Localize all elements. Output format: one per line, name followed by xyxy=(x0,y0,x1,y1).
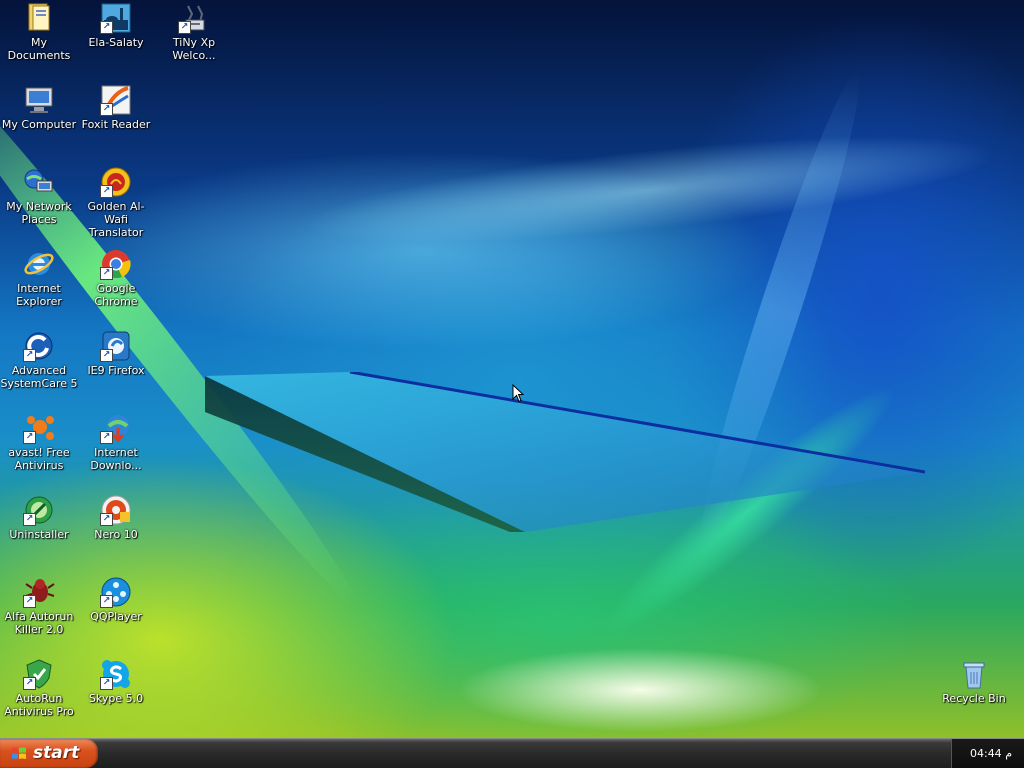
shortcut-arrow-icon: ↗ xyxy=(23,677,36,690)
windows-logo-icon xyxy=(12,747,26,759)
desktop-icon-my-network-places[interactable]: My Network Places xyxy=(0,166,78,226)
icon-label: Nero 10 xyxy=(94,528,138,541)
shortcut-arrow-icon: ↗ xyxy=(100,677,113,690)
desktop-icon-ie9-firefox[interactable]: ↗ IE9 Firefox xyxy=(77,330,155,377)
wallpaper-beam xyxy=(297,113,1003,267)
desktop-icon-qqplayer[interactable]: ↗ QQPlayer xyxy=(77,576,155,623)
shortcut-arrow-icon: ↗ xyxy=(100,349,113,362)
foxit-reader-icon: ↗ xyxy=(100,84,132,116)
icon-label: TiNy Xp Welco... xyxy=(172,36,216,62)
icon-label: Google Chrome xyxy=(94,282,138,308)
chrome-icon: ↗ xyxy=(100,248,132,280)
shortcut-arrow-icon: ↗ xyxy=(23,595,36,608)
tray-clock[interactable]: 04:44 م xyxy=(970,747,1012,760)
icon-label: QQPlayer xyxy=(90,610,142,623)
desktop-icon-google-chrome[interactable]: ↗ Google Chrome xyxy=(77,248,155,308)
icon-label: My Network Places xyxy=(6,200,72,226)
shortcut-arrow-icon: ↗ xyxy=(100,431,113,444)
shortcut-arrow-icon: ↗ xyxy=(100,595,113,608)
recycle-bin-icon xyxy=(958,658,990,690)
icon-label: Recycle Bin xyxy=(942,692,1006,705)
start-button[interactable]: start xyxy=(0,739,98,768)
desktop-icon-my-computer[interactable]: My Computer xyxy=(0,84,78,131)
desktop-icon-ela-salaty[interactable]: ↗ Ela-Salaty xyxy=(77,2,155,49)
icon-label: Internet Explorer xyxy=(16,282,62,308)
shortcut-arrow-icon: ↗ xyxy=(100,267,113,280)
desktop-icon-uninstaller[interactable]: ↗ Uninstaller xyxy=(0,494,78,541)
desktop-icon-advanced-systemcare[interactable]: ↗ Advanced SystemCare 5 xyxy=(0,330,78,390)
mouse-cursor-icon xyxy=(512,384,524,403)
internet-download-icon: ↗ xyxy=(100,412,132,444)
icon-label: avast! Free Antivirus xyxy=(8,446,70,472)
desktop-icon-recycle-bin[interactable]: Recycle Bin xyxy=(935,658,1013,705)
desktop-icon-tiny-xp-welcome[interactable]: ↗ TiNy Xp Welco... xyxy=(155,2,233,62)
desktop-icon-avast[interactable]: ↗ avast! Free Antivirus xyxy=(0,412,78,472)
desktop-icon-foxit-reader[interactable]: ↗ Foxit Reader xyxy=(77,84,155,131)
golden-alwafi-icon: ↗ xyxy=(100,166,132,198)
ie9-firefox-icon: ↗ xyxy=(100,330,132,362)
icon-label: Golden Al-Wafi Translator xyxy=(87,200,145,239)
icon-label: Skype 5.0 xyxy=(88,692,144,705)
icon-label: My Computer xyxy=(1,118,77,131)
desktop-icon-alfa-autorun-killer[interactable]: ↗ Alfa Autorun Killer 2.0 xyxy=(0,576,78,636)
start-label: start xyxy=(33,743,80,763)
desktop[interactable]: My Documents My Computer My Network Plac… xyxy=(0,0,1024,738)
shortcut-arrow-icon: ↗ xyxy=(100,103,113,116)
desktop-icon-skype[interactable]: ↗ Skype 5.0 xyxy=(77,658,155,705)
icon-label: Advanced SystemCare 5 xyxy=(0,364,78,390)
desktop-icon-internet-explorer[interactable]: Internet Explorer xyxy=(0,248,78,308)
desktop-icon-my-documents[interactable]: My Documents xyxy=(0,2,78,62)
icon-label: Ela-Salaty xyxy=(88,36,144,49)
skype-icon: ↗ xyxy=(100,658,132,690)
icon-label: Alfa Autorun Killer 2.0 xyxy=(4,610,74,636)
internet-explorer-icon xyxy=(23,248,55,280)
wallpaper-platform xyxy=(205,372,925,532)
icon-label: Foxit Reader xyxy=(81,118,151,131)
network-places-icon xyxy=(23,166,55,198)
shortcut-arrow-icon: ↗ xyxy=(100,21,113,34)
taskbar[interactable]: start 04:44 م xyxy=(0,738,1024,768)
shortcut-arrow-icon: ↗ xyxy=(23,513,36,526)
desktop-icon-autorun-antivirus[interactable]: ↗ AutoRun Antivirus Pro xyxy=(0,658,78,718)
icon-label: AutoRun Antivirus Pro xyxy=(4,692,74,718)
shortcut-arrow-icon: ↗ xyxy=(178,21,191,34)
icon-label: Internet Downlo... xyxy=(90,446,142,472)
uninstaller-icon: ↗ xyxy=(23,494,55,526)
shortcut-arrow-icon: ↗ xyxy=(23,349,36,362)
desktop-icon-internet-download-manager[interactable]: ↗ Internet Downlo... xyxy=(77,412,155,472)
alfa-autorun-icon: ↗ xyxy=(23,576,55,608)
icon-label: My Documents xyxy=(7,36,71,62)
avast-icon: ↗ xyxy=(23,412,55,444)
folder-documents-icon xyxy=(23,2,55,34)
system-tray[interactable]: 04:44 م xyxy=(951,739,1024,768)
desktop-icon-nero[interactable]: ↗ Nero 10 xyxy=(77,494,155,541)
computer-icon xyxy=(23,84,55,116)
desktop-icon-golden-alwafi[interactable]: ↗ Golden Al-Wafi Translator xyxy=(77,166,155,239)
shortcut-arrow-icon: ↗ xyxy=(100,513,113,526)
autorun-antivirus-icon: ↗ xyxy=(23,658,55,690)
shortcut-arrow-icon: ↗ xyxy=(23,431,36,444)
tiny-xp-welcome-icon: ↗ xyxy=(178,2,210,34)
shortcut-arrow-icon: ↗ xyxy=(100,185,113,198)
advanced-systemcare-icon: ↗ xyxy=(23,330,55,362)
ela-salaty-icon: ↗ xyxy=(100,2,132,34)
nero-icon: ↗ xyxy=(100,494,132,526)
icon-label: IE9 Firefox xyxy=(87,364,145,377)
qqplayer-icon: ↗ xyxy=(100,576,132,608)
icon-label: Uninstaller xyxy=(9,528,69,541)
